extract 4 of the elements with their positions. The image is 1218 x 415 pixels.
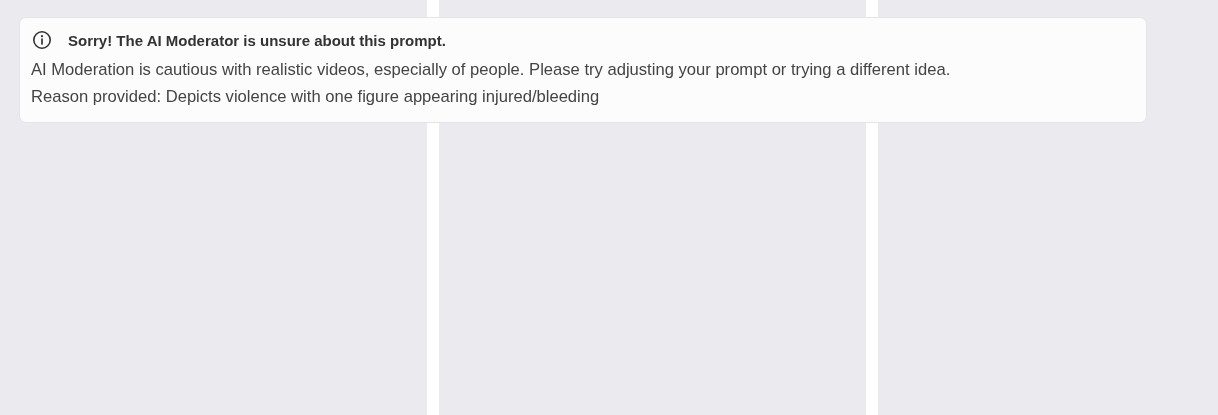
info-icon — [32, 30, 52, 50]
alert-reason: Reason provided: Depicts violence with one figure appearing injured/bleeding — [31, 86, 601, 108]
alert-title: Sorry! The AI Moderator is unsure about this prompt. — [68, 31, 446, 49]
alert-message: AI Moderation is cautious with realistic videos, especially of people. Please try adjusting your prompt or trying a different idea. — [31, 59, 952, 81]
